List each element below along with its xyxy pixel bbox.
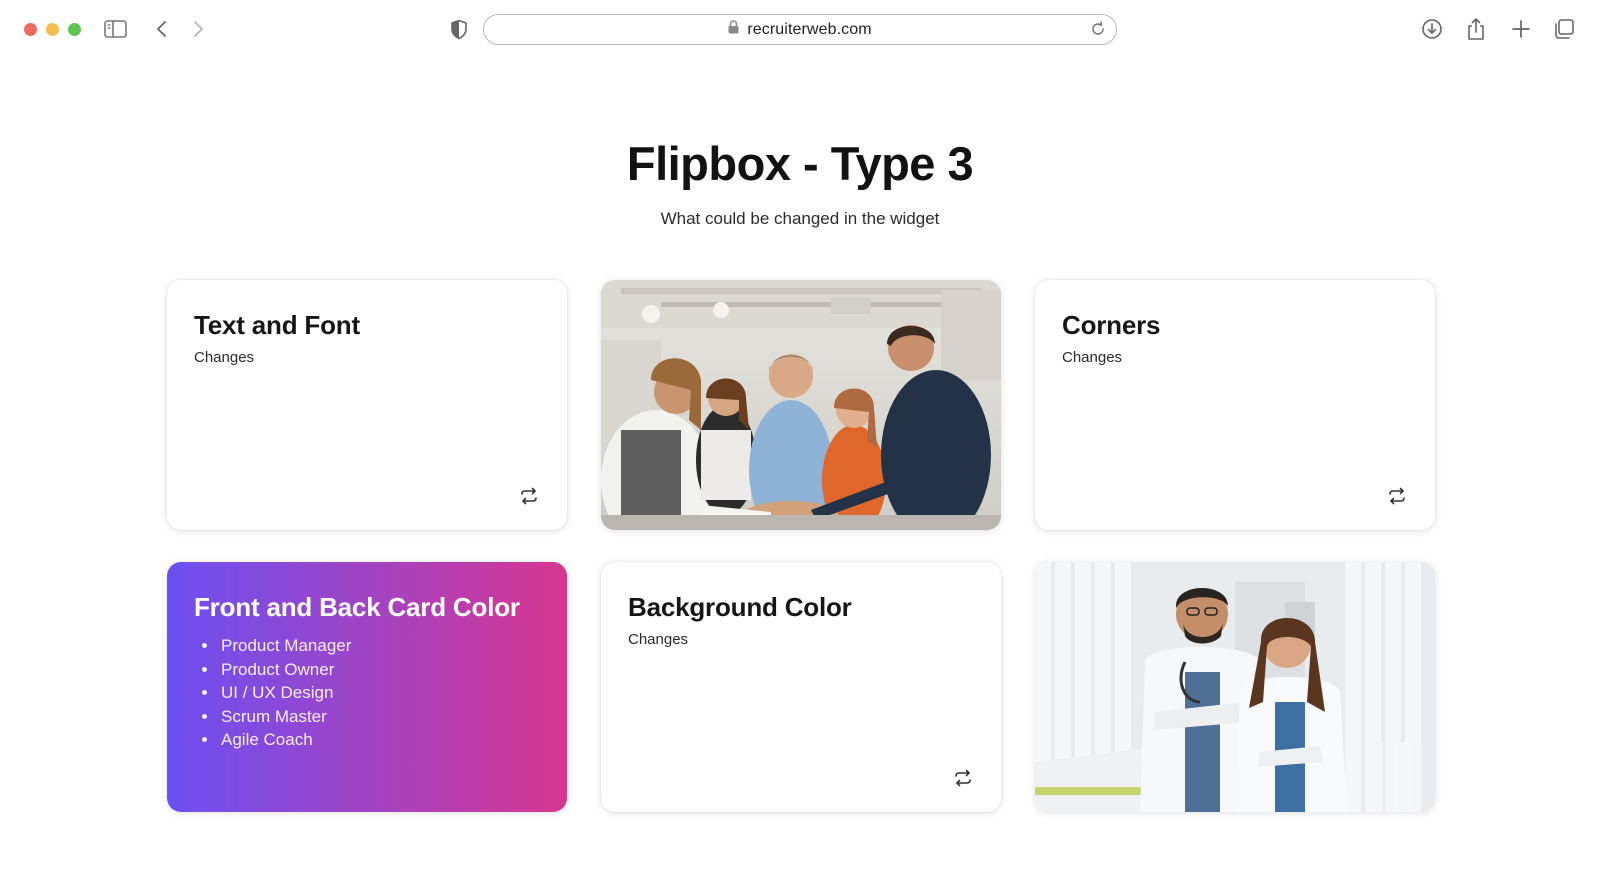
privacy-shield-icon[interactable] [450, 19, 468, 40]
card-title: Corners [1062, 310, 1161, 340]
new-tab-icon[interactable] [1511, 19, 1531, 39]
flipbox-card-background-color[interactable]: Background Color Changes [601, 562, 1001, 812]
flip-icon[interactable] [953, 768, 973, 788]
sidebar-toggle-icon[interactable] [104, 19, 128, 39]
flipbox-card-corners[interactable]: Corners Changes [1035, 280, 1435, 530]
card-subtitle: Changes [628, 631, 689, 648]
back-arrow-icon[interactable] [156, 19, 168, 39]
flipbox-card-text-and-font[interactable]: Text and Font Changes [167, 280, 567, 530]
address-bar[interactable]: recruiterweb.com [483, 14, 1117, 45]
tab-overview-icon[interactable] [1553, 18, 1575, 40]
flipbox-card-front-and-back-color[interactable]: Front and Back Card Color Product Manage… [167, 562, 567, 812]
list-item: UI / UX Design [219, 681, 351, 705]
card-subtitle: Changes [194, 349, 255, 366]
page-subtitle: What could be changed in the widget [660, 209, 940, 228]
browser-toolbar: recruiterweb.com [0, 0, 1600, 60]
list-item: Product Manager [219, 634, 351, 658]
doctors-photo [1035, 562, 1435, 812]
lock-icon [728, 20, 739, 39]
card-title: Background Color [628, 592, 852, 622]
list-item: Scrum Master [219, 705, 351, 729]
close-window-button[interactable] [24, 23, 37, 36]
minimize-window-button[interactable] [46, 23, 59, 36]
card-title: Text and Font [194, 310, 360, 340]
download-icon[interactable] [1421, 18, 1443, 40]
list-item: Product Owner [219, 658, 351, 682]
maximize-window-button[interactable] [68, 23, 81, 36]
reload-icon[interactable] [1090, 21, 1106, 42]
share-icon[interactable] [1466, 17, 1486, 41]
card-subtitle: Changes [1062, 349, 1123, 366]
team-hands-photo [601, 280, 1001, 530]
url-text: recruiterweb.com [747, 20, 872, 38]
card-bullet-list: Product Manager Product Owner UI / UX De… [219, 634, 351, 752]
list-item: Agile Coach [219, 728, 351, 752]
forward-arrow-icon[interactable] [192, 19, 204, 39]
flip-icon[interactable] [1387, 486, 1407, 506]
page-title: Flipbox - Type 3 [626, 137, 974, 190]
card-title: Front and Back Card Color [194, 592, 520, 622]
flip-icon[interactable] [519, 486, 539, 506]
